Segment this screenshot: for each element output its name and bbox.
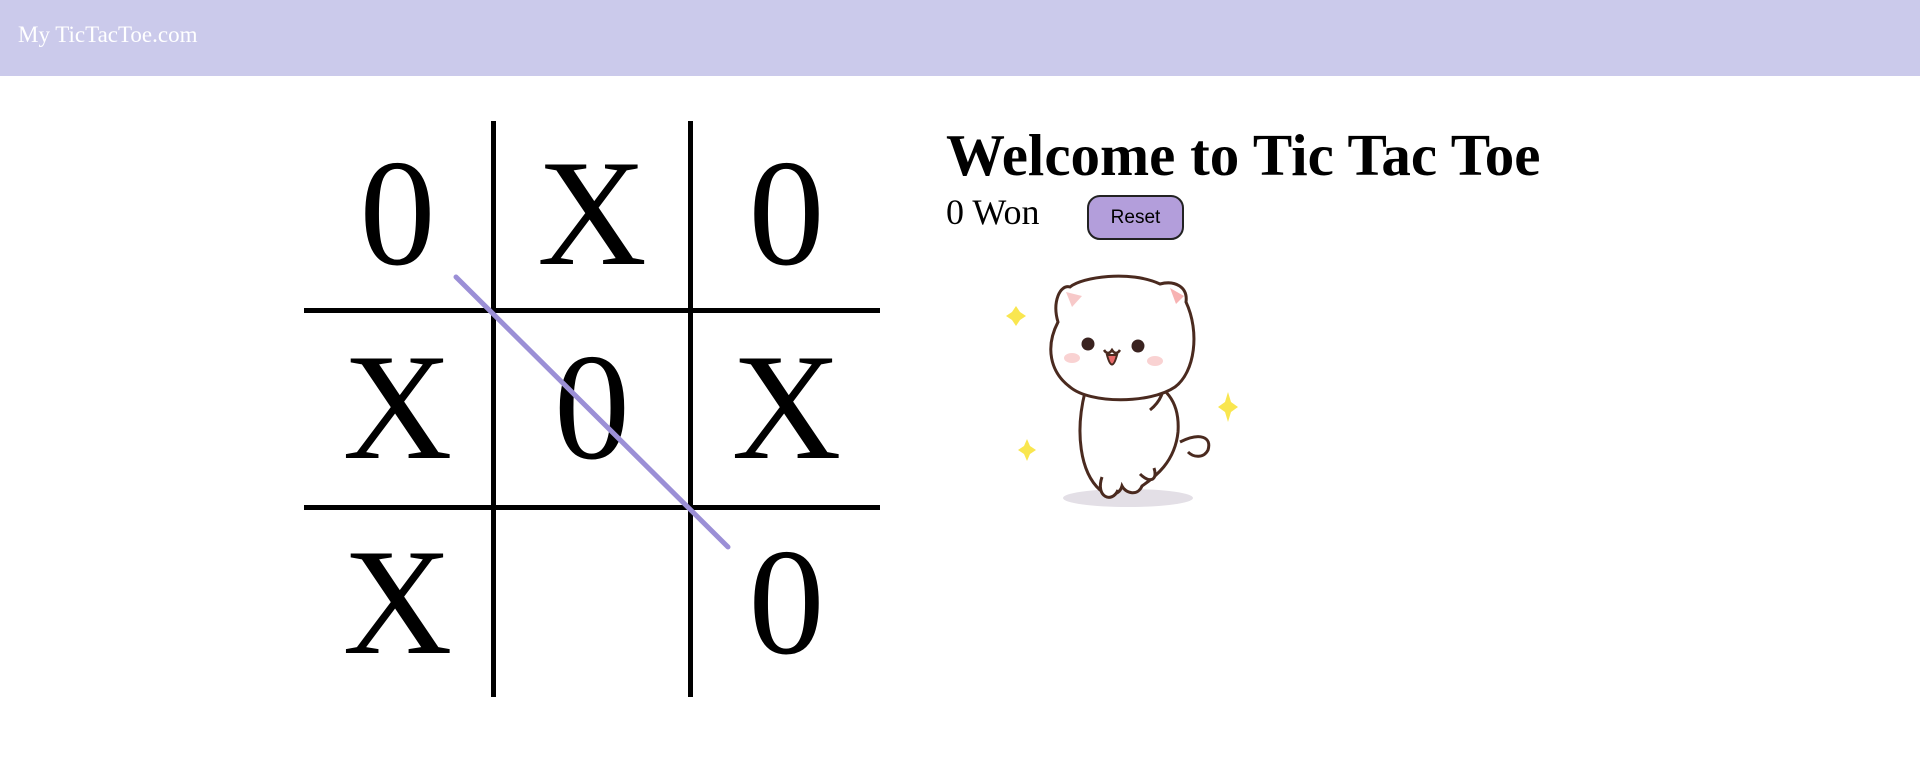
cell-mark: X <box>731 323 842 491</box>
cell-mark: 0 <box>554 323 630 491</box>
brand-link[interactable]: My TicTacToe.com <box>18 21 198 49</box>
dancing-cat-icon <box>1006 274 1238 507</box>
cell-mark: X <box>342 323 453 491</box>
navbar: My TicTacToe.com <box>0 0 1920 76</box>
board-cell-3[interactable]: 0 <box>688 121 880 313</box>
board-cell-8[interactable] <box>496 505 688 697</box>
cell-mark: X <box>342 517 453 686</box>
cell-mark: 0 <box>748 128 825 297</box>
cell-mark: 0 <box>359 128 436 297</box>
cell-mark: 0 <box>748 517 825 686</box>
game-board: 0 X 0 X 0 X X 0 <box>304 121 880 697</box>
board-cell-5[interactable]: 0 <box>496 313 688 505</box>
page-title: Welcome to Tic Tac Toe <box>946 122 1541 188</box>
board-cell-9[interactable]: 0 <box>688 505 880 697</box>
win-status: 0 Won <box>946 192 1040 232</box>
board-cell-2[interactable]: X <box>496 121 688 313</box>
reset-button[interactable]: Reset <box>1087 195 1184 240</box>
info-panel: Welcome to Tic Tac Toe 0 Won Reset <box>946 118 1541 240</box>
cell-mark: X <box>537 128 647 297</box>
board-cell-6[interactable]: X <box>688 313 880 505</box>
board-cell-4[interactable]: X <box>304 313 496 505</box>
board-cell-1[interactable]: 0 <box>304 121 496 313</box>
board-cell-7[interactable]: X <box>304 505 496 697</box>
